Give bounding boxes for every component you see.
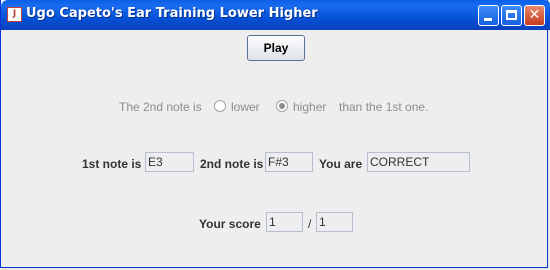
first-note-field[interactable]: E3 [145,152,194,172]
close-button[interactable]: ✕ [524,5,545,26]
second-note-label: 2nd note is [200,157,264,171]
maximize-icon [506,10,517,20]
result-label: You are [319,157,363,171]
radio-selected-dot [279,103,285,109]
java-icon[interactable]: J [7,7,22,22]
score-separator: / [308,217,312,231]
minimize-icon [484,18,492,21]
score-correct-field[interactable]: 1 [266,212,303,232]
score-label: Your score [199,217,261,231]
close-icon: ✕ [528,7,541,23]
result-field[interactable]: CORRECT [367,152,470,172]
question-prefix-label: The 2nd note is [119,100,202,114]
first-note-label: 1st note is [82,157,142,171]
app-window: J Ugo Capeto's Ear Training Lower Higher… [0,0,550,268]
minimize-button[interactable] [478,5,499,26]
second-note-field[interactable]: F#3 [265,152,313,172]
score-total-field[interactable]: 1 [316,212,353,232]
maximize-button[interactable] [501,5,522,26]
higher-radio[interactable] [276,100,288,112]
lower-radio[interactable] [214,100,226,112]
higher-radio-label[interactable]: higher [293,100,326,114]
lower-radio-label[interactable]: lower [231,100,260,114]
title-bar[interactable]: J Ugo Capeto's Ear Training Lower Higher… [1,0,550,30]
window-title: Ugo Capeto's Ear Training Lower Higher [26,6,318,21]
question-suffix-label: than the 1st one. [339,100,429,114]
play-button[interactable]: Play [247,35,305,61]
content-panel: Play The 2nd note is lower higher than t… [4,30,547,266]
